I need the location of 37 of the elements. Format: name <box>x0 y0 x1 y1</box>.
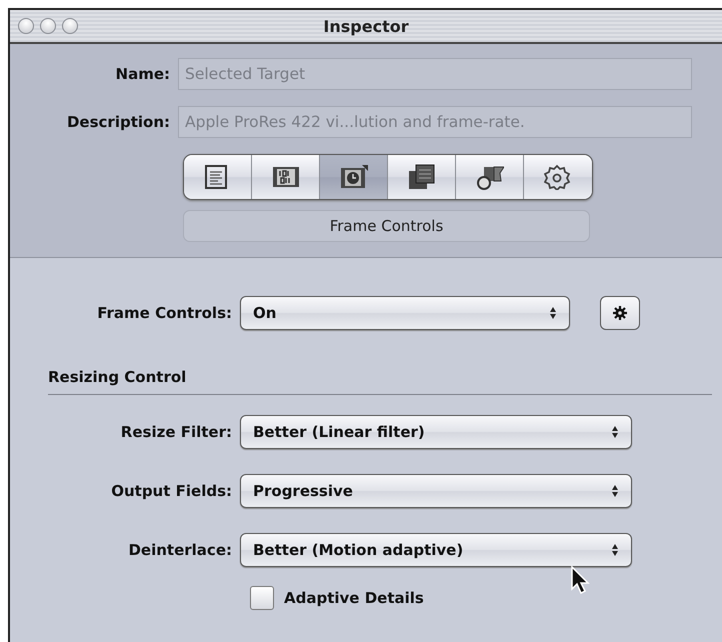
popup-menu[interactable]: Better (Motion adaptive) <box>240 533 632 567</box>
tab-button[interactable] <box>320 155 388 199</box>
tab-button[interactable] <box>184 155 252 199</box>
tab-button[interactable] <box>388 155 456 199</box>
popup-label: Output Fields: <box>110 482 233 500</box>
settings-button[interactable] <box>600 296 640 330</box>
checkbox-label: Adaptive Details <box>284 589 424 607</box>
checkbox[interactable] <box>250 586 274 610</box>
segmented-control[interactable] <box>183 154 593 200</box>
stepper-arrows-icon <box>549 306 557 320</box>
stepper-arrows-icon <box>611 543 619 557</box>
gear-icon <box>544 164 572 190</box>
popup-menu[interactable]: On <box>240 296 570 330</box>
popup-label: Deinterlace: <box>127 541 233 559</box>
window-control-button[interactable] <box>40 18 56 34</box>
window-control-button[interactable] <box>62 18 78 34</box>
window-title: Inspector <box>323 16 409 36</box>
shapes-icon <box>476 164 504 190</box>
film-clock-icon <box>340 164 368 190</box>
stepper-arrows-icon <box>611 484 619 498</box>
section-heading: Resizing Control <box>47 368 188 386</box>
popup-menu[interactable]: Progressive <box>240 474 632 508</box>
film-icon <box>272 164 300 190</box>
field-label: Description: <box>66 113 171 131</box>
popup-label: Resize Filter: <box>120 423 233 441</box>
gear-icon <box>612 305 628 321</box>
popup-label: Frame Controls: <box>96 304 233 322</box>
stepper-arrows-icon <box>611 425 619 439</box>
window-control-button[interactable] <box>18 18 34 34</box>
popup-menu[interactable]: Better (Linear filter) <box>240 415 632 449</box>
stacked-frames-icon <box>408 164 436 190</box>
tab-button[interactable] <box>456 155 524 199</box>
tab-button[interactable] <box>524 155 592 199</box>
panel-title: Frame Controls <box>183 210 590 242</box>
field-label: Name: <box>114 65 171 83</box>
mouse-pointer-icon <box>570 566 590 594</box>
tab-button[interactable] <box>252 155 320 199</box>
